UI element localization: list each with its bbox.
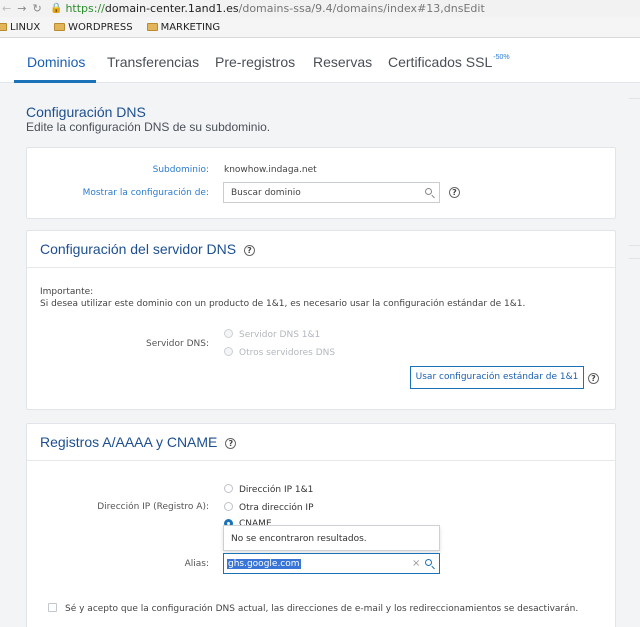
side-panel-edge [629, 245, 640, 246]
card-header: Configuración del servidor DNS ? [27, 231, 615, 268]
help-icon[interactable]: ? [588, 373, 599, 384]
browser-url-bar: ← → ↻ 🔒 https://domain-center.1and1.es/d… [0, 0, 640, 17]
dns-server-label: Servidor DNS: [146, 339, 209, 349]
radio-label: Servidor DNS 1&1 [239, 330, 321, 340]
card-title-text: Configuración del servidor DNS [40, 241, 237, 257]
url-path[interactable]: /domains-ssa/9.4/domains/index#13,dnsEdi… [239, 2, 485, 15]
lock-icon: 🔒 [50, 3, 63, 14]
tab-transferencias[interactable]: Transferencias [107, 54, 199, 70]
card-title: Registros A/AAAA y CNAME ? [40, 434, 237, 450]
url-protocol[interactable]: https:// [65, 2, 104, 15]
main-tab-nav: Dominios Transferencias Pre-registros Re… [0, 38, 640, 83]
card-title-text: Registros A/AAAA y CNAME [40, 434, 218, 450]
card-title: Configuración del servidor DNS ? [40, 241, 255, 257]
bookmark-label: WORDPRESS [68, 21, 133, 33]
browser-nav: ← → ↻ [0, 2, 50, 15]
radio-other-ip[interactable] [224, 502, 233, 511]
radio-label: Otros servidores DNS [239, 348, 336, 358]
help-icon[interactable]: ? [449, 187, 460, 198]
important-text: Si desea utilizar este dominio con un pr… [40, 299, 526, 309]
tab-reservas[interactable]: Reservas [313, 54, 372, 70]
use-standard-config-button[interactable]: Usar configuración estándar de 1&1 [410, 366, 584, 389]
records-card: Registros A/AAAA y CNAME ? Dirección IP … [26, 423, 616, 627]
tab-pre-registros[interactable]: Pre-registros [215, 54, 295, 70]
bookmarks-bar: LINUX WORDPRESS MARKETING [0, 17, 640, 38]
important-title: Importante: [40, 287, 94, 297]
clear-icon[interactable]: × [412, 558, 420, 569]
bookmark-marketing[interactable]: MARKETING [146, 21, 221, 33]
folder-icon [0, 23, 7, 31]
radio-dns-1and1[interactable] [224, 329, 233, 338]
alias-input-value: ghs.google.com [227, 558, 301, 569]
folder-icon [54, 23, 66, 31]
ip-address-label: Dirección IP (Registro A): [97, 502, 209, 512]
discount-badge: -50% [493, 54, 510, 62]
folder-icon [146, 23, 158, 31]
radio-other-dns[interactable] [224, 347, 233, 356]
active-tab-indicator [14, 80, 96, 83]
radio-label: Dirección IP 1&1 [239, 485, 314, 495]
subdomain-value: knowhow.indaga.net [224, 165, 317, 175]
accept-checkbox[interactable] [48, 603, 57, 612]
side-panel-edge [629, 258, 640, 259]
show-config-label: Mostrar la configuración de: [82, 188, 209, 198]
alias-label: Alias: [184, 559, 209, 569]
search-icon[interactable] [425, 559, 432, 566]
radio-ip-1and1[interactable] [224, 484, 233, 493]
bookmark-linux[interactable]: LINUX [0, 22, 40, 33]
autocomplete-dropdown: No se encontraron resultados. [223, 525, 440, 551]
page-title: Configuración DNS [26, 104, 146, 120]
bookmark-label: LINUX [10, 21, 41, 33]
bookmark-wordpress[interactable]: WORDPRESS [54, 21, 133, 33]
search-input-value: Buscar dominio [231, 187, 301, 198]
accept-text: Sé y acepto que la configuración DNS act… [65, 604, 579, 614]
dns-server-card: Configuración del servidor DNS ? Importa… [26, 230, 616, 410]
subdomain-card: Subdominio: knowhow.indaga.net Mostrar l… [26, 147, 616, 219]
alias-input[interactable]: ghs.google.com × [223, 553, 440, 574]
forward-arrow-icon[interactable]: → [17, 2, 26, 15]
no-results-message: No se encontraron resultados. [231, 534, 367, 544]
domain-search-input[interactable]: Buscar dominio [223, 182, 440, 203]
help-icon[interactable]: ? [225, 437, 237, 449]
help-icon[interactable]: ? [243, 244, 255, 256]
side-panel-edge [629, 98, 640, 99]
url-host[interactable]: domain-center.1and1.es [105, 2, 239, 15]
tab-dominios[interactable]: Dominios [27, 54, 85, 70]
reload-icon[interactable]: ↻ [32, 2, 41, 15]
card-header: Registros A/AAAA y CNAME ? [27, 424, 615, 461]
back-arrow-icon[interactable]: ← [2, 2, 11, 15]
tab-label: Certificados SSL [388, 54, 493, 70]
search-icon[interactable] [425, 188, 432, 195]
tab-certificados-ssl[interactable]: Certificados SSL-50% [388, 54, 510, 70]
subdomain-label: Subdominio: [152, 165, 209, 175]
page-subtitle: Edite la configuración DNS de su subdomi… [26, 120, 271, 134]
bookmark-label: MARKETING [160, 21, 221, 33]
radio-label: Otra dirección IP [239, 503, 314, 513]
